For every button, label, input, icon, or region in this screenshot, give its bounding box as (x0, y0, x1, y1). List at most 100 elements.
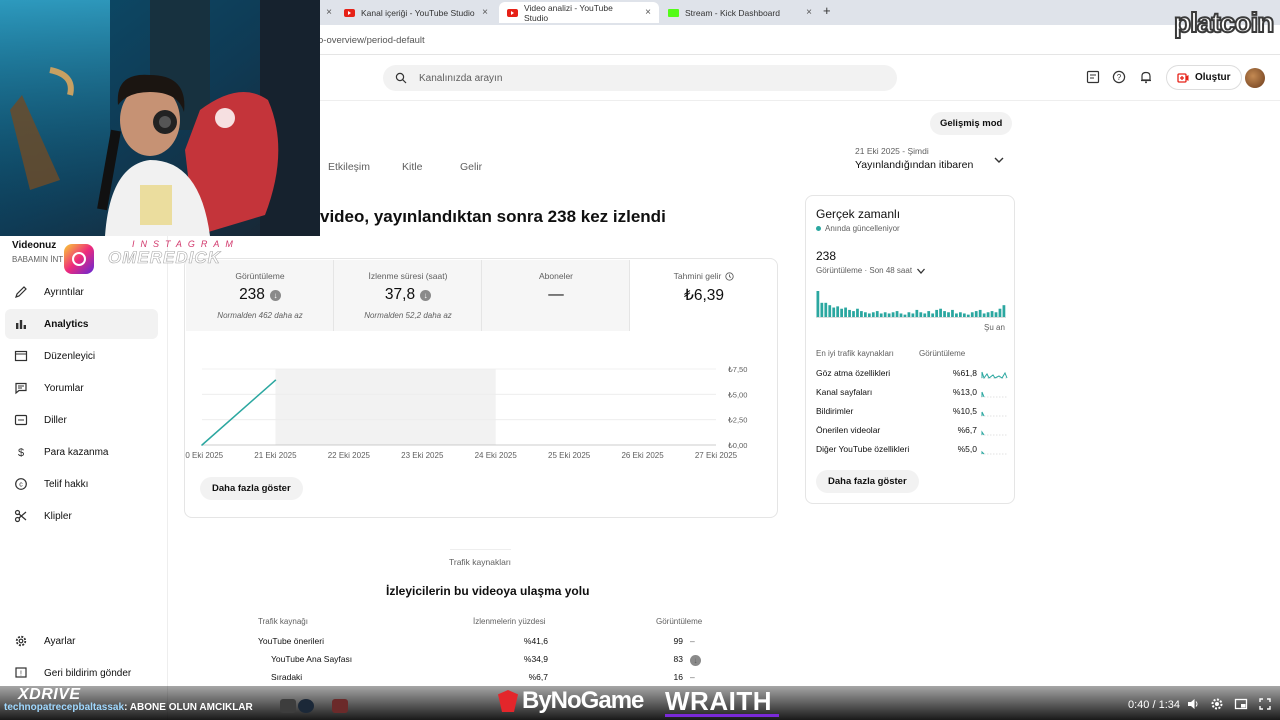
help-icon[interactable]: ? (1112, 70, 1126, 84)
tab-revenue[interactable]: Gelir (460, 161, 482, 173)
realtime-bar (998, 308, 1002, 317)
traffic-pct: %6,7 (528, 672, 548, 682)
x-tick-label: 20 Eki 2025 (185, 451, 224, 460)
realtime-bar (879, 313, 883, 317)
bell-icon[interactable] (1139, 70, 1153, 84)
traffic-source-row: Önerilen videolar %6,7 (816, 425, 1008, 439)
sidebar-item-feedback[interactable]: ! Geri bildirim gönder (5, 658, 158, 688)
realtime-bar (832, 307, 836, 317)
realtime-bar (820, 302, 824, 317)
sidebar-item-telif-hakkı[interactable]: c Telif hakkı (5, 469, 158, 499)
table-row[interactable]: YouTube Ana Sayfası %34,9 83 ↓ (258, 654, 718, 670)
metric-watch-time[interactable]: İzlenme süresi (saat) 37,8 ↓ Normalden 52… (334, 260, 482, 331)
metric-estimated-revenue[interactable]: Tahmini gelir ₺6,39 (630, 260, 778, 331)
traffic-pct: %41,6 (523, 636, 548, 646)
traffic-source-header: En iyi trafik kaynakları (816, 349, 894, 358)
browser-tab-channel-content[interactable]: Kanal içeriği - YouTube Studio × (336, 2, 496, 23)
col-header-pct[interactable]: İzlenmelerin yüzdesi (473, 617, 545, 626)
tab-label: Kanal içeriği - YouTube Studio (361, 7, 475, 18)
tab-audience[interactable]: Kitle (402, 161, 422, 173)
sidebar-item-gear[interactable]: Ayarlar (5, 626, 158, 656)
realtime-bar (887, 313, 891, 317)
traffic-source-row: Diğer YouTube özellikleri %5,0 (816, 444, 1008, 458)
captions-icon[interactable] (1086, 70, 1100, 84)
realtime-bar (844, 307, 847, 317)
realtime-bar (951, 309, 954, 317)
traffic-sparkline (981, 450, 1008, 455)
realtime-bar (974, 311, 978, 317)
url-text: o-overview/period-default (318, 35, 425, 46)
account-avatar[interactable] (1245, 68, 1265, 88)
traffic-source-row: Göz atma özellikleri %61,8 (816, 368, 1008, 382)
table-row[interactable]: YouTube önerileri %41,6 99– (258, 636, 718, 652)
advanced-mode-button[interactable]: Gelişmiş mod (930, 112, 1013, 135)
metric-value: 238 (239, 286, 265, 303)
realtime-bar (1002, 305, 1006, 317)
metric-label: Görüntüleme (235, 271, 285, 281)
realtime-bar (927, 311, 931, 317)
webcam-feed (0, 0, 320, 236)
close-tab-icon[interactable]: × (320, 2, 332, 23)
browser-tab-kick-dashboard[interactable]: Stream - Kick Dashboard × (660, 2, 820, 23)
col-header-source[interactable]: Trafik kaynağı (258, 617, 308, 626)
date-range-dates: 21 Eki 2025 - Şimdi (855, 146, 929, 156)
chat-message: technopatrecepbaltassak: ABONE OLUN AMCI… (4, 702, 253, 713)
sidebar-item-para-kazanma[interactable]: $ Para kazanma (5, 437, 158, 467)
close-tab-icon[interactable]: × (482, 7, 488, 18)
wraith-logo: WRAITH (665, 686, 772, 716)
fullscreen-icon[interactable] (1258, 697, 1272, 711)
metric-views[interactable]: Görüntüleme 238 ↓ Normalden 462 daha az (186, 260, 334, 331)
close-tab-icon[interactable]: × (806, 7, 812, 18)
traffic-sources-tab[interactable]: Trafik kaynakları (449, 557, 511, 567)
sidebar-item-label: Ayarlar (44, 635, 76, 647)
metrics-card: Görüntüleme 238 ↓ Normalden 462 daha az İ… (184, 258, 778, 518)
your-video-label: Videonuz (12, 240, 57, 251)
show-more-button[interactable]: Daha fazla göster (200, 477, 303, 500)
sidebar-item-label: Telif hakkı (44, 478, 89, 490)
realtime-bar (994, 312, 998, 317)
col-header-views[interactable]: Görüntüleme (656, 617, 702, 626)
gear-icon[interactable] (1210, 697, 1224, 711)
realtime-metric-selector[interactable]: Görüntüleme · Son 48 saat (816, 266, 926, 275)
sidebar-item-ayrıntılar[interactable]: Ayrıntılar (5, 277, 158, 307)
realtime-bar (986, 312, 990, 317)
sidebar-item-label: Yorumlar (44, 382, 84, 394)
traffic-views: 16 (673, 672, 683, 682)
realtime-count: 238 (816, 249, 837, 263)
traffic-source-share: %6,7 (957, 425, 977, 435)
volume-icon[interactable] (1186, 697, 1200, 711)
search-input[interactable]: Kanalınızda arayın (383, 65, 897, 91)
x-tick-label: 21 Eki 2025 (254, 451, 297, 460)
traffic-sparkline (981, 430, 1008, 436)
x-tick-label: 25 Eki 2025 (548, 451, 591, 460)
traffic-source-row: Kanal sayfaları %13,0 (816, 387, 1008, 401)
browser-tab-video-analytics[interactable]: Video analizi - YouTube Studio × (499, 2, 659, 23)
trend-neutral: – (690, 636, 695, 646)
metric-subscribers[interactable]: Aboneler — (482, 260, 630, 331)
sidebar-item-diller[interactable]: Diller (5, 405, 158, 435)
traffic-source-name: YouTube önerileri (258, 636, 324, 646)
bynogame-logo: ByNoGame (498, 687, 644, 715)
streamer-video-frame (0, 0, 320, 236)
sidebar-item-düzenleyici[interactable]: Düzenleyici (5, 341, 158, 371)
create-button[interactable]: Oluştur (1166, 65, 1242, 90)
traffic-source-name: Sıradaki (271, 672, 303, 682)
player-time: 0:40 / 1:34 (1128, 699, 1180, 711)
chevron-down-icon[interactable] (993, 154, 1005, 166)
close-tab-icon[interactable]: × (645, 7, 651, 18)
miniplayer-icon[interactable] (1234, 697, 1248, 711)
realtime-bar (875, 311, 879, 317)
show-more-button[interactable]: Daha fazla göster (816, 470, 919, 493)
new-tab-button[interactable]: + (823, 3, 831, 18)
realtime-title: Gerçek zamanlı (816, 207, 901, 221)
revenue-line-chart: ₺0,00 ₺2,50 ₺5,00 ₺7,50 20 Eki 2025 21 Eki 20… (185, 365, 747, 460)
sidebar-item-yorumlar[interactable]: Yorumlar (5, 373, 158, 403)
sidebar-item-label: Geri bildirim gönder (44, 667, 132, 679)
sidebar-item-analytics[interactable]: Analytics (5, 309, 158, 339)
traffic-sparkline (981, 371, 1008, 379)
sidebar-item-klipler[interactable]: Klipler (5, 501, 158, 531)
realtime-bar (816, 291, 820, 317)
create-label: Oluştur (1195, 72, 1231, 83)
tab-engagement[interactable]: Etkileşim (328, 161, 370, 173)
chat-username: technopatrecepbaltassak (4, 702, 125, 713)
